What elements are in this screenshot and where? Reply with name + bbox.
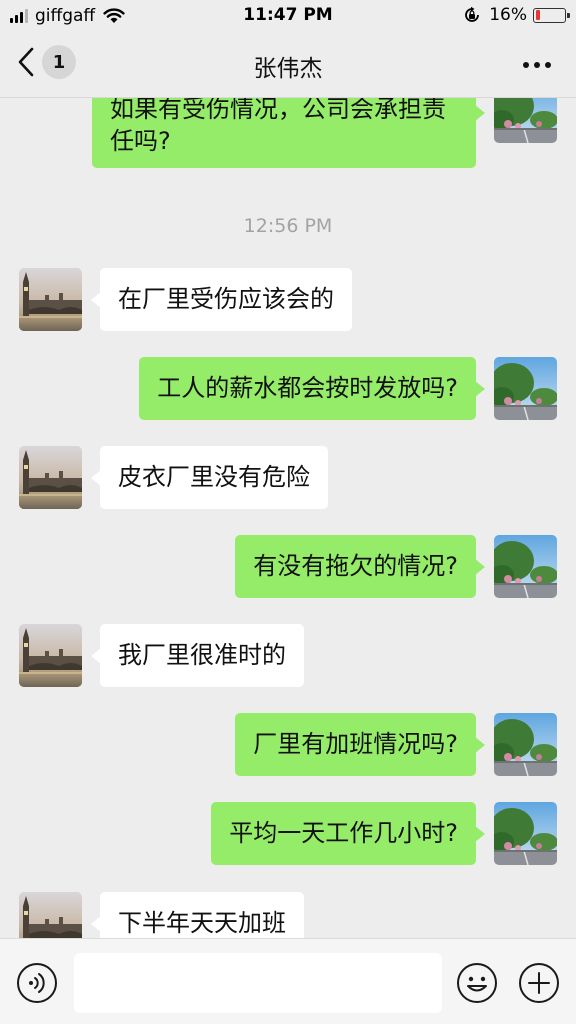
my-avatar[interactable] — [494, 98, 557, 143]
status-bar: giffgaff 11:47 PM 16% — [0, 0, 576, 32]
input-bar — [0, 938, 576, 1024]
contact-avatar[interactable] — [19, 268, 82, 331]
message-bubble-outgoing[interactable]: 平均一天工作几小时? — [211, 802, 485, 865]
nav-bar: 1 张伟杰 — [0, 32, 576, 98]
chat-title: 张伟杰 — [253, 56, 323, 82]
my-avatar[interactable] — [494, 535, 557, 598]
message-input[interactable] — [74, 953, 442, 1013]
contact-avatar[interactable] — [19, 624, 82, 687]
emoji-icon — [457, 963, 497, 1003]
message-bubble-outgoing[interactable]: 工人的薪水都会按时发放吗? — [139, 357, 485, 420]
voice-icon — [17, 963, 57, 1003]
battery-percent: 16% — [489, 5, 527, 25]
message-bubble-outgoing[interactable]: 如果有受伤情况，公司会承担责任吗? — [92, 98, 485, 168]
chat-area[interactable]: 如果有受伤情况，公司会承担责任吗? 12:56 PM 在厂里受伤应该会的 工人的… — [0, 98, 576, 938]
plus-icon — [519, 963, 559, 1003]
battery-icon — [533, 7, 570, 23]
more-button[interactable] — [522, 50, 552, 84]
my-avatar[interactable] — [494, 802, 557, 865]
message-bubble-outgoing[interactable]: 有没有拖欠的情况? — [235, 535, 485, 598]
my-avatar[interactable] — [494, 357, 557, 420]
voice-button[interactable] — [16, 962, 58, 1008]
message-timestamp: 12:56 PM — [243, 215, 333, 237]
my-avatar[interactable] — [494, 713, 557, 776]
contact-avatar[interactable] — [19, 446, 82, 509]
rotation-lock-icon — [465, 6, 480, 22]
message-bubble-incoming[interactable]: 下半年天天加班 — [91, 892, 304, 938]
contact-avatar[interactable] — [19, 892, 82, 938]
plus-button[interactable] — [518, 962, 560, 1008]
battery-info: 16% — [463, 5, 570, 25]
more-icon — [523, 62, 551, 68]
message-bubble-outgoing[interactable]: 厂里有加班情况吗? — [235, 713, 485, 776]
emoji-button[interactable] — [456, 962, 498, 1008]
message-bubble-incoming[interactable]: 在厂里受伤应该会的 — [91, 268, 352, 331]
battery-level — [535, 10, 540, 20]
message-bubble-incoming[interactable]: 皮衣厂里没有危险 — [91, 446, 328, 509]
message-bubble-incoming[interactable]: 我厂里很准时的 — [91, 624, 304, 687]
